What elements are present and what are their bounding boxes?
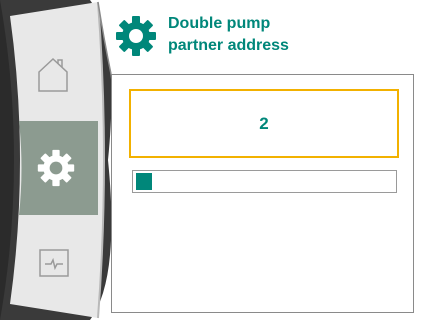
gear-icon bbox=[114, 14, 158, 58]
value-text: 2 bbox=[259, 113, 269, 133]
value-range-fill bbox=[136, 173, 152, 190]
page-title-line1: Double pump bbox=[168, 15, 271, 32]
scroll-down-button[interactable] bbox=[37, 306, 63, 320]
diagnostics-icon bbox=[39, 249, 69, 277]
sidebar-item-home[interactable] bbox=[36, 55, 70, 95]
home-icon bbox=[38, 57, 68, 92]
value-range-bar bbox=[132, 170, 397, 193]
chevron-down-icon bbox=[40, 312, 60, 318]
screen: Double pump partner address 2 bbox=[0, 0, 427, 320]
gear-icon bbox=[37, 149, 75, 187]
page-title-line2: partner address bbox=[168, 37, 289, 54]
value-editor[interactable]: 2 bbox=[129, 89, 399, 158]
sidebar-item-settings[interactable] bbox=[36, 148, 76, 188]
sidebar-item-diagnostics[interactable] bbox=[38, 248, 70, 280]
page-title: Double pump partner address bbox=[168, 13, 418, 57]
